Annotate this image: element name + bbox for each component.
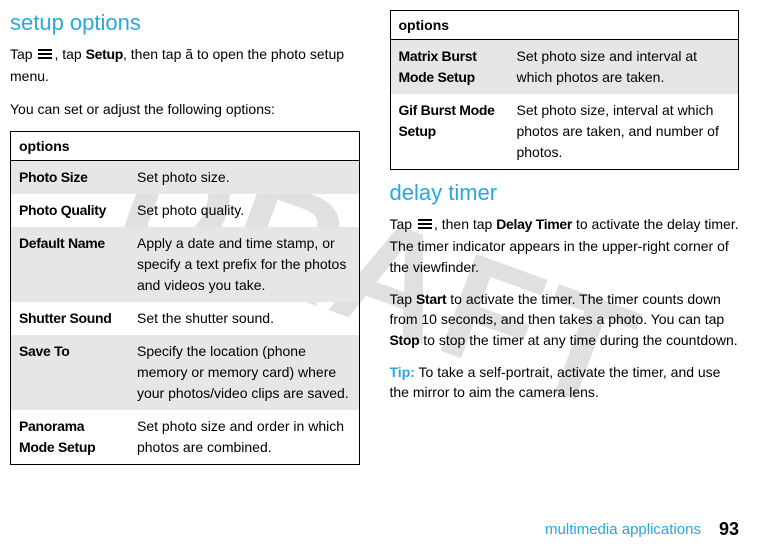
row-label: Default Name <box>11 227 129 302</box>
p2-pre: Tap <box>390 291 416 307</box>
options-table-left: options Photo Size Set photo size. Photo… <box>10 131 360 465</box>
row-desc: Apply a date and time stamp, or specify … <box>129 227 359 302</box>
row-label: Gif Burst Mode Setup <box>390 94 508 170</box>
row-label: Photo Size <box>11 161 129 195</box>
row-label: Panorama Mode Setup <box>11 410 129 465</box>
page-footer: multimedia applications 93 <box>545 519 739 540</box>
menu-icon <box>418 214 432 234</box>
tip-text: To take a self-portrait, activate the ti… <box>390 364 721 400</box>
delay-timer-label: Delay Timer <box>496 216 572 232</box>
row-desc: Specify the location (phone memory or me… <box>129 335 359 410</box>
row-label: Matrix Burst Mode Setup <box>390 40 508 95</box>
row-desc: Set photo size, interval at which photos… <box>508 94 738 170</box>
options-table-right: options Matrix Burst Mode Setup Set phot… <box>390 10 740 170</box>
intro-mid: , tap <box>54 46 85 62</box>
footer-section: multimedia applications <box>545 521 701 538</box>
table-row: Gif Burst Mode Setup Set photo size, int… <box>390 94 739 170</box>
row-desc: Set photo size and order in which photos… <box>129 410 359 465</box>
table-row: Default Name Apply a date and time stamp… <box>11 227 360 302</box>
row-label: Shutter Sound <box>11 302 129 335</box>
left-column: setup options Tap , tap Setup, then tap … <box>10 10 360 475</box>
table-row: Panorama Mode Setup Set photo size and o… <box>11 410 360 465</box>
delay-p1: Tap , then tap Delay Timer to activate t… <box>390 214 740 277</box>
tip-label: Tip: <box>390 364 415 380</box>
subtext: You can set or adjust the following opti… <box>10 99 360 119</box>
tip-paragraph: Tip: To take a self-portrait, activate t… <box>390 362 740 403</box>
row-desc: Set the shutter sound. <box>129 302 359 335</box>
intro-paragraph: Tap , tap Setup, then tap ã to open the … <box>10 44 360 87</box>
table-row: Matrix Burst Mode Setup Set photo size a… <box>390 40 739 95</box>
delay-p2: Tap Start to activate the timer. The tim… <box>390 289 740 350</box>
setup-options-heading: setup options <box>10 10 360 36</box>
table-row: Save To Specify the location (phone memo… <box>11 335 360 410</box>
row-label: Save To <box>11 335 129 410</box>
table-row: Photo Size Set photo size. <box>11 161 360 195</box>
right-column: options Matrix Burst Mode Setup Set phot… <box>390 10 740 475</box>
delay-timer-heading: delay timer <box>390 180 740 206</box>
row-desc: Set photo size. <box>129 161 359 195</box>
options-header: options <box>11 132 360 161</box>
options-header: options <box>390 11 739 40</box>
intro-pre: Tap <box>10 46 36 62</box>
menu-icon <box>38 44 52 64</box>
page-number: 93 <box>719 519 739 540</box>
stop-label: Stop <box>390 332 420 348</box>
row-desc: Set photo size and interval at which pho… <box>508 40 738 95</box>
table-row: Photo Quality Set photo quality. <box>11 194 360 227</box>
start-label: Start <box>416 291 446 307</box>
p1-pre: Tap <box>390 216 416 232</box>
row-label: Photo Quality <box>11 194 129 227</box>
p2-post: to stop the timer at any time during the… <box>419 332 737 348</box>
row-desc: Set photo quality. <box>129 194 359 227</box>
table-row: Shutter Sound Set the shutter sound. <box>11 302 360 335</box>
setup-label: Setup <box>86 46 123 62</box>
p1-mid: , then tap <box>434 216 496 232</box>
